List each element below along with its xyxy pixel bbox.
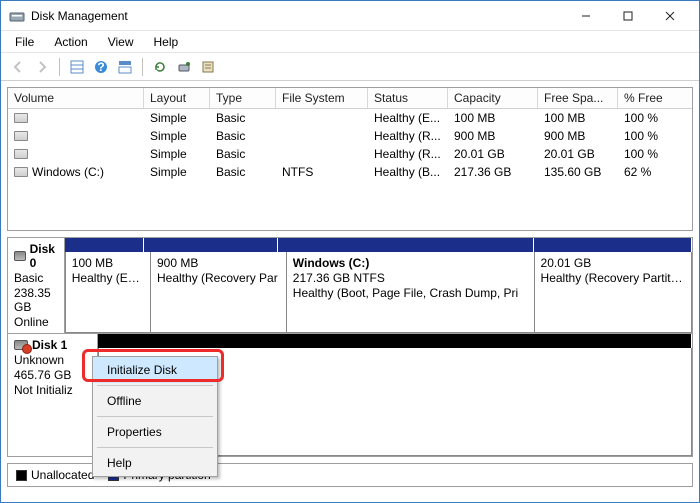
cell: 20.01 GB xyxy=(538,145,618,163)
back-button[interactable] xyxy=(7,56,29,78)
cell: 135.60 GB xyxy=(538,163,618,181)
menu-file[interactable]: File xyxy=(7,33,42,51)
col-capacity[interactable]: Capacity xyxy=(448,88,538,108)
cell: 20.01 GB xyxy=(448,145,538,163)
disk-body: 100 MBHealthy (EFI S900 MBHealthy (Recov… xyxy=(65,238,692,333)
col-volume[interactable]: Volume xyxy=(8,88,144,108)
col-filesystem[interactable]: File System xyxy=(276,88,368,108)
cell: 900 MB xyxy=(538,127,618,145)
cell: Simple xyxy=(144,109,210,127)
app-icon xyxy=(9,8,25,24)
cell: Healthy (R... xyxy=(368,145,448,163)
volume-list-pane: Volume Layout Type File System Status Ca… xyxy=(7,87,693,231)
disk-error-icon xyxy=(14,340,28,350)
col-type[interactable]: Type xyxy=(210,88,276,108)
partition-block[interactable]: 20.01 GBHealthy (Recovery Partition) xyxy=(535,252,692,333)
table-row[interactable]: SimpleBasicHealthy (R...900 MB900 MB100 … xyxy=(8,127,692,145)
cell: 100 % xyxy=(618,145,676,163)
volume-icon xyxy=(14,131,28,141)
volume-icon xyxy=(14,149,28,159)
cell xyxy=(8,145,144,163)
table-row[interactable]: SimpleBasicHealthy (E...100 MB100 MB100 … xyxy=(8,109,692,127)
cell: Simple xyxy=(144,163,210,181)
cell: Windows (C:) xyxy=(8,163,144,181)
volume-table-body: SimpleBasicHealthy (E...100 MB100 MB100 … xyxy=(8,109,692,230)
cell xyxy=(276,109,368,127)
col-freespace[interactable]: Free Spa... xyxy=(538,88,618,108)
window-title: Disk Management xyxy=(31,9,128,23)
volume-icon xyxy=(14,113,28,123)
context-menu: Initialize Disk Offline Properties Help xyxy=(92,356,218,477)
menu-view[interactable]: View xyxy=(100,33,142,51)
cell: 100 % xyxy=(618,127,676,145)
cell xyxy=(8,127,144,145)
col-status[interactable]: Status xyxy=(368,88,448,108)
cell: Healthy (R... xyxy=(368,127,448,145)
legend-unallocated: Unallocated xyxy=(16,468,94,482)
table-row[interactable]: SimpleBasicHealthy (R...20.01 GB20.01 GB… xyxy=(8,145,692,163)
titlebar: Disk Management xyxy=(1,1,699,31)
col-layout[interactable]: Layout xyxy=(144,88,210,108)
rescan-icon[interactable] xyxy=(173,56,195,78)
menubar: File Action View Help xyxy=(1,31,699,53)
partition-block[interactable]: Windows (C:)217.36 GB NTFSHealthy (Boot,… xyxy=(287,252,535,333)
close-button[interactable] xyxy=(649,2,691,30)
maximize-button[interactable] xyxy=(607,2,649,30)
cell: 100 % xyxy=(618,109,676,127)
cell: 900 MB xyxy=(448,127,538,145)
cell: 100 MB xyxy=(448,109,538,127)
cell: 217.36 GB xyxy=(448,163,538,181)
cell: Basic xyxy=(210,109,276,127)
table-row[interactable]: Windows (C:)SimpleBasicNTFSHealthy (B...… xyxy=(8,163,692,181)
ctx-initialize-disk[interactable]: Initialize Disk xyxy=(93,357,217,383)
help-icon[interactable]: ? xyxy=(90,56,112,78)
disk-header[interactable]: Disk 0Basic238.35 GBOnline xyxy=(8,238,65,333)
cell: Basic xyxy=(210,127,276,145)
cell: Healthy (B... xyxy=(368,163,448,181)
partition-block[interactable]: 900 MBHealthy (Recovery Par xyxy=(151,252,287,333)
ctx-properties[interactable]: Properties xyxy=(93,419,217,445)
disk-header[interactable]: Disk 1Unknown465.76 GBNot Initializ xyxy=(8,334,98,456)
menu-help[interactable]: Help xyxy=(146,33,187,51)
cell: Basic xyxy=(210,163,276,181)
ctx-offline[interactable]: Offline xyxy=(93,388,217,414)
cell: NTFS xyxy=(276,163,368,181)
toolbar: ? xyxy=(1,53,699,81)
minimize-button[interactable] xyxy=(565,2,607,30)
cell xyxy=(8,109,144,127)
ctx-help[interactable]: Help xyxy=(93,450,217,476)
cell xyxy=(276,145,368,163)
cell: Simple xyxy=(144,127,210,145)
svg-text:?: ? xyxy=(97,60,104,74)
menu-action[interactable]: Action xyxy=(46,33,95,51)
detail-view-icon[interactable] xyxy=(114,56,136,78)
volume-table-header: Volume Layout Type File System Status Ca… xyxy=(8,88,692,109)
forward-button[interactable] xyxy=(31,56,53,78)
cell xyxy=(276,127,368,145)
cell: Simple xyxy=(144,145,210,163)
col-pctfree[interactable]: % Free xyxy=(618,88,692,108)
properties-icon[interactable] xyxy=(197,56,219,78)
cell: Basic xyxy=(210,145,276,163)
table-view-icon[interactable] xyxy=(66,56,88,78)
partition-block[interactable]: 100 MBHealthy (EFI S xyxy=(65,252,151,333)
cell: Healthy (E... xyxy=(368,109,448,127)
volume-icon xyxy=(14,167,28,177)
cell: 100 MB xyxy=(538,109,618,127)
cell: 62 % xyxy=(618,163,676,181)
disk-row: Disk 0Basic238.35 GBOnline100 MBHealthy … xyxy=(8,238,692,333)
refresh-icon[interactable] xyxy=(149,56,171,78)
disk-icon xyxy=(14,251,26,261)
